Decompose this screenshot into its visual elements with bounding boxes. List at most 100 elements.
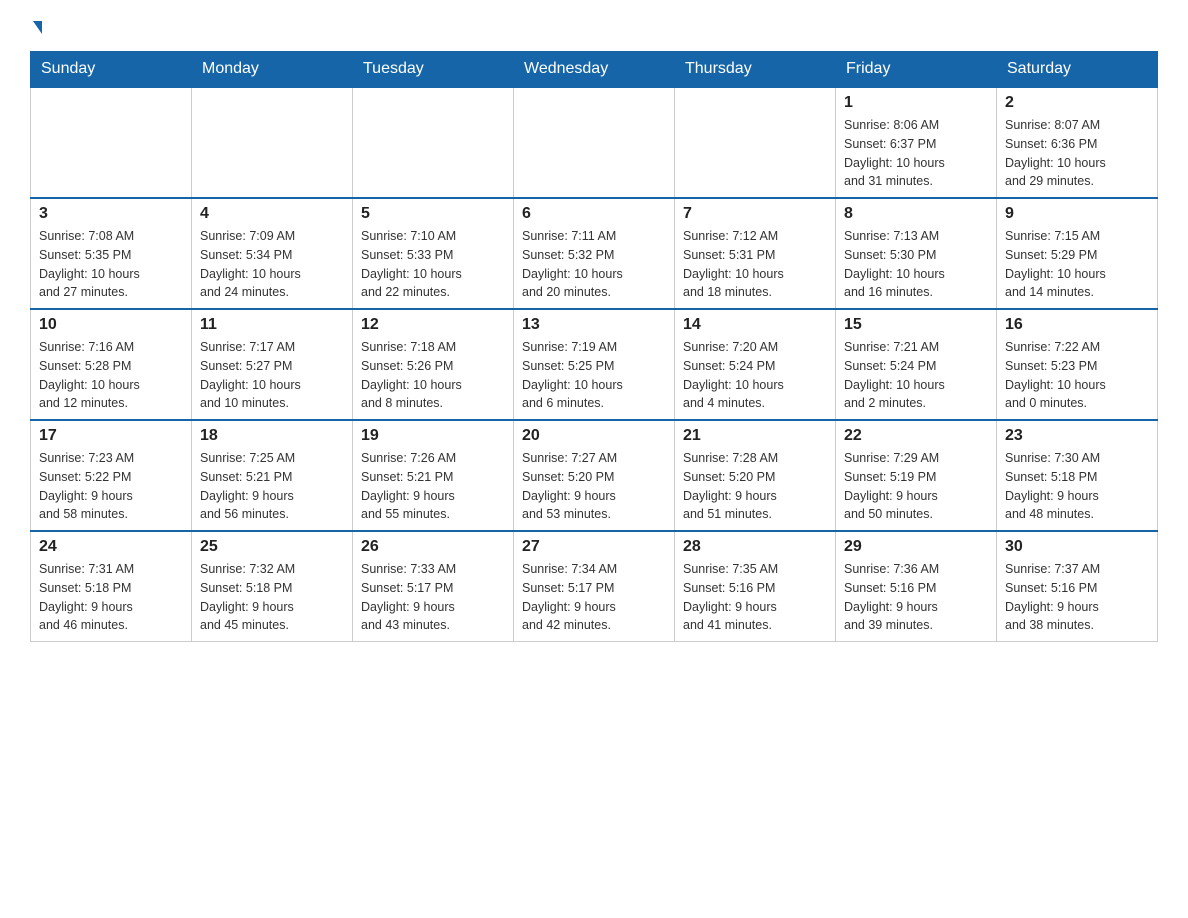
calendar-cell [353, 87, 514, 198]
calendar-cell: 28 Sunrise: 7:35 AM Sunset: 5:16 PM Dayli… [675, 531, 836, 642]
calendar-cell: 8 Sunrise: 7:13 AM Sunset: 5:30 PM Daylig… [836, 198, 997, 309]
logo-blue [30, 20, 42, 33]
calendar-cell: 2 Sunrise: 8:07 AM Sunset: 6:36 PM Daylig… [997, 87, 1158, 198]
calendar-cell: 25 Sunrise: 7:32 AM Sunset: 5:18 PM Dayli… [192, 531, 353, 642]
day-info: Sunrise: 7:13 AM Sunset: 5:30 PM Dayligh… [844, 227, 988, 302]
calendar-body: 1Sunrise: 8:06 AM Sunset: 6:37 PM Daylig… [31, 87, 1158, 642]
day-info: Sunrise: 7:33 AM Sunset: 5:17 PM Dayligh… [361, 560, 505, 635]
calendar-cell: 21 Sunrise: 7:28 AM Sunset: 5:20 PM Dayli… [675, 420, 836, 531]
day-number: 30 [1005, 538, 1149, 556]
calendar-cell: 23 Sunrise: 7:30 AM Sunset: 5:18 PM Dayli… [997, 420, 1158, 531]
day-info: Sunrise: 7:30 AM Sunset: 5:18 PM Dayligh… [1005, 449, 1149, 524]
calendar-cell: 26 Sunrise: 7:33 AM Sunset: 5:17 PM Dayli… [353, 531, 514, 642]
weekday-header-saturday: Saturday [997, 52, 1158, 88]
day-info: Sunrise: 7:25 AM Sunset: 5:21 PM Dayligh… [200, 449, 344, 524]
day-info: Sunrise: 7:10 AM Sunset: 5:33 PM Dayligh… [361, 227, 505, 302]
day-info: Sunrise: 7:22 AM Sunset: 5:23 PM Dayligh… [1005, 338, 1149, 413]
calendar-cell [675, 87, 836, 198]
day-info: Sunrise: 8:06 AM Sunset: 6:37 PM Dayligh… [844, 116, 988, 191]
day-number: 27 [522, 538, 666, 556]
day-info: Sunrise: 7:21 AM Sunset: 5:24 PM Dayligh… [844, 338, 988, 413]
calendar-cell: 17Sunrise: 7:23 AM Sunset: 5:22 PM Dayli… [31, 420, 192, 531]
calendar-table: SundayMondayTuesdayWednesdayThursdayFrid… [30, 51, 1158, 642]
calendar-cell: 9 Sunrise: 7:15 AM Sunset: 5:29 PM Daylig… [997, 198, 1158, 309]
day-number: 21 [683, 427, 827, 445]
day-number: 7 [683, 205, 827, 223]
calendar-cell: 14Sunrise: 7:20 AM Sunset: 5:24 PM Dayli… [675, 309, 836, 420]
calendar-cell: 18 Sunrise: 7:25 AM Sunset: 5:21 PM Dayli… [192, 420, 353, 531]
day-number: 23 [1005, 427, 1149, 445]
day-info: Sunrise: 7:12 AM Sunset: 5:31 PM Dayligh… [683, 227, 827, 302]
weekday-header-sunday: Sunday [31, 52, 192, 88]
calendar-week-3: 17Sunrise: 7:23 AM Sunset: 5:22 PM Dayli… [31, 420, 1158, 531]
day-number: 17 [39, 427, 183, 445]
calendar-week-1: 3Sunrise: 7:08 AM Sunset: 5:35 PM Daylig… [31, 198, 1158, 309]
logo-triangle-icon [33, 21, 42, 34]
day-info: Sunrise: 7:37 AM Sunset: 5:16 PM Dayligh… [1005, 560, 1149, 635]
weekday-header-row: SundayMondayTuesdayWednesdayThursdayFrid… [31, 52, 1158, 88]
day-number: 19 [361, 427, 505, 445]
day-number: 28 [683, 538, 827, 556]
day-info: Sunrise: 7:29 AM Sunset: 5:19 PM Dayligh… [844, 449, 988, 524]
calendar-cell: 16 Sunrise: 7:22 AM Sunset: 5:23 PM Dayli… [997, 309, 1158, 420]
day-info: Sunrise: 7:09 AM Sunset: 5:34 PM Dayligh… [200, 227, 344, 302]
calendar-cell: 27 Sunrise: 7:34 AM Sunset: 5:17 PM Dayli… [514, 531, 675, 642]
day-number: 3 [39, 205, 183, 223]
calendar-cell: 30 Sunrise: 7:37 AM Sunset: 5:16 PM Dayli… [997, 531, 1158, 642]
day-info: Sunrise: 7:11 AM Sunset: 5:32 PM Dayligh… [522, 227, 666, 302]
day-number: 22 [844, 427, 988, 445]
day-info: Sunrise: 7:34 AM Sunset: 5:17 PM Dayligh… [522, 560, 666, 635]
calendar-cell: 6 Sunrise: 7:11 AM Sunset: 5:32 PM Daylig… [514, 198, 675, 309]
weekday-header-friday: Friday [836, 52, 997, 88]
day-info: Sunrise: 7:28 AM Sunset: 5:20 PM Dayligh… [683, 449, 827, 524]
day-number: 2 [1005, 94, 1149, 112]
day-number: 16 [1005, 316, 1149, 334]
calendar-week-4: 24Sunrise: 7:31 AM Sunset: 5:18 PM Dayli… [31, 531, 1158, 642]
weekday-header-monday: Monday [192, 52, 353, 88]
day-info: Sunrise: 7:27 AM Sunset: 5:20 PM Dayligh… [522, 449, 666, 524]
calendar-cell: 3Sunrise: 7:08 AM Sunset: 5:35 PM Daylig… [31, 198, 192, 309]
calendar-cell: 1Sunrise: 8:06 AM Sunset: 6:37 PM Daylig… [836, 87, 997, 198]
day-number: 15 [844, 316, 988, 334]
day-number: 13 [522, 316, 666, 334]
day-info: Sunrise: 7:36 AM Sunset: 5:16 PM Dayligh… [844, 560, 988, 635]
calendar-cell: 7 Sunrise: 7:12 AM Sunset: 5:31 PM Daylig… [675, 198, 836, 309]
calendar-cell [514, 87, 675, 198]
day-info: Sunrise: 7:32 AM Sunset: 5:18 PM Dayligh… [200, 560, 344, 635]
day-info: Sunrise: 7:19 AM Sunset: 5:25 PM Dayligh… [522, 338, 666, 413]
day-info: Sunrise: 7:17 AM Sunset: 5:27 PM Dayligh… [200, 338, 344, 413]
calendar-cell: 4 Sunrise: 7:09 AM Sunset: 5:34 PM Daylig… [192, 198, 353, 309]
day-info: Sunrise: 7:15 AM Sunset: 5:29 PM Dayligh… [1005, 227, 1149, 302]
calendar-cell: 12 Sunrise: 7:18 AM Sunset: 5:26 PM Dayli… [353, 309, 514, 420]
day-number: 18 [200, 427, 344, 445]
weekday-header-wednesday: Wednesday [514, 52, 675, 88]
day-number: 5 [361, 205, 505, 223]
day-number: 4 [200, 205, 344, 223]
day-number: 26 [361, 538, 505, 556]
day-info: Sunrise: 7:26 AM Sunset: 5:21 PM Dayligh… [361, 449, 505, 524]
day-info: Sunrise: 8:07 AM Sunset: 6:36 PM Dayligh… [1005, 116, 1149, 191]
day-number: 9 [1005, 205, 1149, 223]
day-number: 6 [522, 205, 666, 223]
calendar-cell: 5 Sunrise: 7:10 AM Sunset: 5:33 PM Daylig… [353, 198, 514, 309]
day-info: Sunrise: 7:20 AM Sunset: 5:24 PM Dayligh… [683, 338, 827, 413]
calendar-cell: 29Sunrise: 7:36 AM Sunset: 5:16 PM Dayli… [836, 531, 997, 642]
weekday-header-tuesday: Tuesday [353, 52, 514, 88]
logo [30, 20, 42, 33]
calendar-week-2: 10 Sunrise: 7:16 AM Sunset: 5:28 PM Dayli… [31, 309, 1158, 420]
day-info: Sunrise: 7:35 AM Sunset: 5:16 PM Dayligh… [683, 560, 827, 635]
day-info: Sunrise: 7:16 AM Sunset: 5:28 PM Dayligh… [39, 338, 183, 413]
day-number: 8 [844, 205, 988, 223]
day-info: Sunrise: 7:18 AM Sunset: 5:26 PM Dayligh… [361, 338, 505, 413]
calendar-cell: 11 Sunrise: 7:17 AM Sunset: 5:27 PM Dayli… [192, 309, 353, 420]
day-number: 10 [39, 316, 183, 334]
calendar-cell: 20Sunrise: 7:27 AM Sunset: 5:20 PM Dayli… [514, 420, 675, 531]
calendar-cell [31, 87, 192, 198]
day-number: 25 [200, 538, 344, 556]
weekday-header-thursday: Thursday [675, 52, 836, 88]
calendar-cell: 13 Sunrise: 7:19 AM Sunset: 5:25 PM Dayli… [514, 309, 675, 420]
calendar-cell [192, 87, 353, 198]
day-number: 11 [200, 316, 344, 334]
day-number: 12 [361, 316, 505, 334]
calendar-cell: 15 Sunrise: 7:21 AM Sunset: 5:24 PM Dayli… [836, 309, 997, 420]
